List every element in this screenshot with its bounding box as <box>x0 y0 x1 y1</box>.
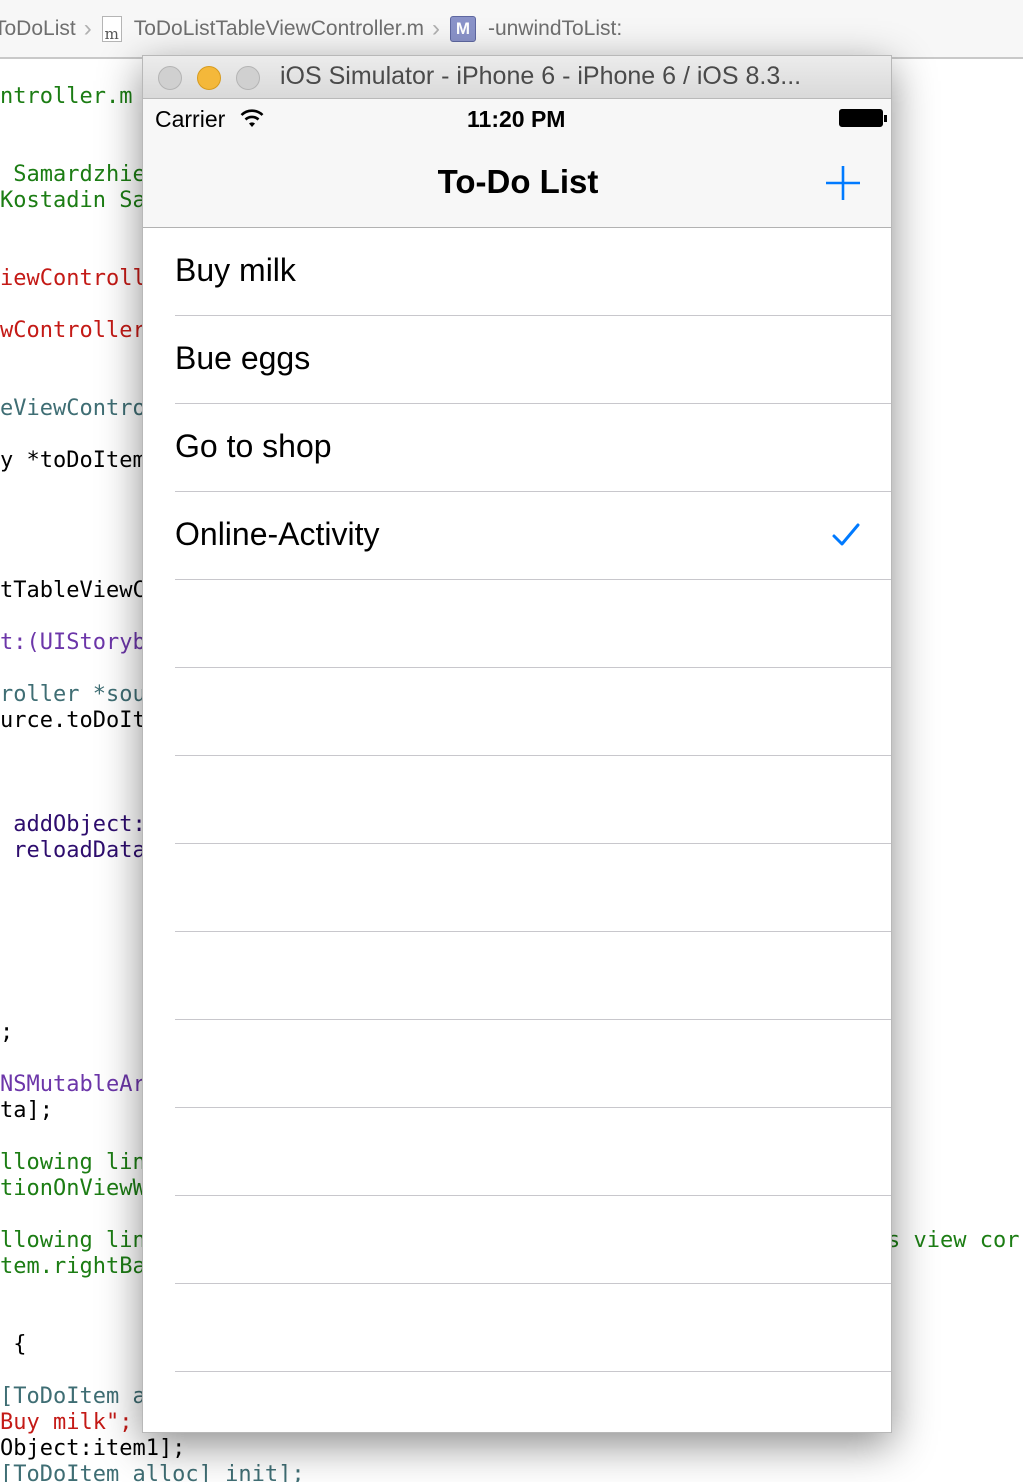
code-line: reloadData <box>0 838 146 863</box>
todo-row-buy-milk[interactable]: Buy milk <box>143 228 891 316</box>
code-line: wController <box>0 318 146 343</box>
todo-row-go-to-shop[interactable]: Go to shop <box>143 404 891 492</box>
code-line: llowing lin <box>0 1228 146 1253</box>
code-line: y *toDoItem <box>0 448 146 473</box>
empty-table-row <box>143 1284 891 1372</box>
empty-table-row <box>143 844 891 932</box>
code-line: ntroller.m <box>0 84 133 109</box>
code-line: ; <box>0 1020 14 1045</box>
carrier-label: Carrier <box>155 106 226 132</box>
file-crumb-label: ToDoListTableViewController.m <box>133 16 424 40</box>
navigation-bar: To-Do List <box>143 139 891 228</box>
todo-table[interactable]: Buy milk Bue eggs Go to shop Online-Acti… <box>143 228 891 1432</box>
chevron-right-icon: › <box>83 14 92 42</box>
code-line: tem.rightBa <box>0 1254 146 1279</box>
code-line: eViewContro <box>0 396 146 421</box>
code-line: Samardzhiev <box>0 162 159 187</box>
empty-table-row <box>143 1372 891 1432</box>
objc-file-icon: m <box>101 15 122 43</box>
checkmark-icon <box>832 523 860 546</box>
code-line: urce.toDoIt <box>0 708 146 733</box>
code-line: [ToDoItem alloc] init]; <box>0 1462 305 1482</box>
simulator-window: iOS Simulator - iPhone 6 - iPhone 6 / iO… <box>142 55 892 1433</box>
code-line: iewControlle <box>0 266 159 291</box>
chevron-right-icon: › <box>431 14 440 42</box>
zoom-window-button[interactable] <box>236 66 260 90</box>
iphone-screen: Carrier 11:20 PM To-Do List Buy milk Bue… <box>143 99 891 1432</box>
code-line: llowing lin <box>0 1150 146 1175</box>
project-crumb-label: ToDoList <box>0 16 76 40</box>
jump-bar-file[interactable]: m ToDoListTableViewController.m <box>101 15 424 43</box>
empty-table-row <box>143 932 891 1020</box>
code-line: roller *sou <box>0 682 146 707</box>
method-icon: M <box>449 15 476 42</box>
code-line: tTableViewCo <box>0 578 159 603</box>
window-titlebar[interactable]: iOS Simulator - iPhone 6 - iPhone 6 / iO… <box>143 56 891 99</box>
jump-bar-method[interactable]: M -unwindToList: <box>449 15 623 42</box>
close-window-button[interactable] <box>158 66 182 90</box>
clock-label: 11:20 PM <box>467 106 566 132</box>
code-line: { <box>0 1332 27 1357</box>
empty-table-row <box>143 1108 891 1196</box>
empty-table-row <box>143 580 891 668</box>
code-line: [ToDoItem a <box>0 1384 146 1409</box>
code-line: tionOnViewW <box>0 1176 146 1201</box>
todo-item-label: Buy milk <box>175 252 296 288</box>
code-line: Kostadin Sa <box>0 188 146 213</box>
empty-table-row <box>143 668 891 756</box>
method-crumb-label: -unwindToList: <box>487 16 623 40</box>
minimize-window-button[interactable] <box>197 66 221 90</box>
empty-table-row <box>143 1196 891 1284</box>
todo-item-label: Bue eggs <box>175 340 311 376</box>
todo-row-online-activity[interactable]: Online-Activity <box>143 492 891 580</box>
code-line: t:(UIStoryb <box>0 630 146 655</box>
code-line: ta]; <box>0 1098 53 1123</box>
battery-icon <box>839 109 887 127</box>
jump-bar-project[interactable]: ToDoList <box>0 17 76 41</box>
status-bar: Carrier 11:20 PM <box>143 99 891 139</box>
jump-bar: ToDoList › m ToDoListTableViewController… <box>0 0 1023 59</box>
todo-row-bue-eggs[interactable]: Bue eggs <box>143 316 891 404</box>
code-line: Object:item1]; <box>0 1436 186 1461</box>
window-title: iOS Simulator - iPhone 6 - iPhone 6 / iO… <box>280 62 802 90</box>
empty-table-row <box>143 756 891 844</box>
code-line: Buy milk"; <box>0 1410 133 1435</box>
page-title: To-Do List <box>437 163 599 200</box>
empty-table-row <box>143 1020 891 1108</box>
code-line: s view cor <box>887 1228 1020 1253</box>
code-line: NSMutableAr <box>0 1072 146 1097</box>
code-line: addObject: <box>0 812 146 837</box>
wifi-icon <box>240 109 264 127</box>
plus-icon[interactable] <box>823 163 863 203</box>
todo-item-label: Go to shop <box>175 428 332 464</box>
todo-item-label: Online-Activity <box>175 516 380 552</box>
